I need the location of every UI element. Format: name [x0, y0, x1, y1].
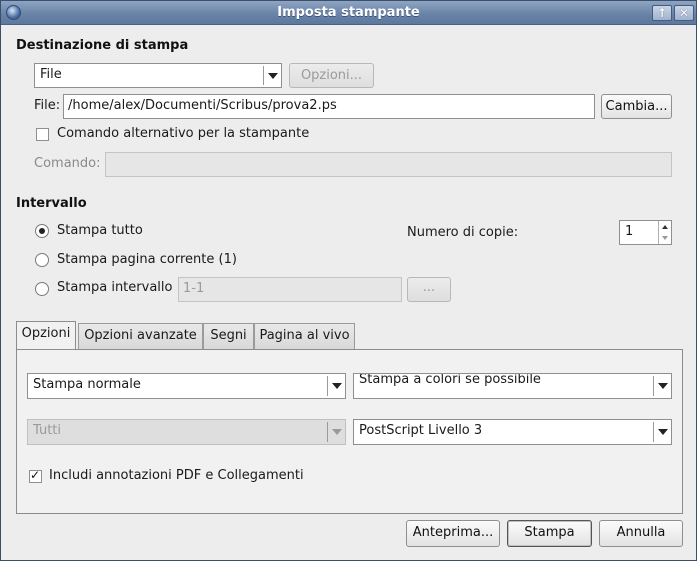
command-label: Comando: — [34, 156, 101, 171]
chevron-down-icon — [263, 66, 281, 85]
print-current-radio[interactable] — [35, 253, 49, 267]
tab-marks[interactable]: Segni — [203, 323, 254, 349]
destination-section-title: Destinazione di stampa — [16, 38, 189, 53]
print-dialog: Imposta stampante ↑ ✕ Destinazione di st… — [0, 0, 697, 561]
print-all-label: Stampa tutto — [57, 223, 143, 238]
print-mode-value: Stampa normale — [33, 377, 141, 392]
chevron-down-icon — [653, 422, 671, 442]
alt-command-checkbox[interactable] — [36, 128, 49, 141]
range-section-title: Intervallo — [16, 196, 87, 211]
change-file-button[interactable]: Cambia... — [601, 94, 672, 119]
postscript-level-select[interactable]: PostScript Livello 3 — [353, 419, 672, 445]
copies-spinbox[interactable]: 1 — [619, 220, 672, 245]
window-title: Imposta stampante — [277, 5, 420, 20]
color-mode-select[interactable]: Stampa a colori se possibile — [353, 373, 672, 399]
alt-command-label: Comando alternativo per la stampante — [57, 126, 310, 141]
preview-button[interactable]: Anteprima... — [406, 520, 500, 547]
printer-select-value: File — [40, 67, 62, 82]
command-input[interactable] — [105, 152, 672, 177]
range-input[interactable]: 1-1 — [178, 277, 402, 302]
tab-options[interactable]: Opzioni — [16, 321, 76, 349]
pdf-annotations-checkbox[interactable] — [29, 468, 42, 483]
tab-bleeds[interactable]: Pagina al vivo — [254, 323, 355, 349]
shade-window-button[interactable]: ↑ — [652, 5, 672, 21]
tab-advanced-options[interactable]: Opzioni avanzate — [78, 323, 203, 349]
printer-select[interactable]: File — [34, 63, 282, 88]
copies-label: Numero di copie: — [407, 225, 519, 240]
chevron-down-icon — [653, 376, 671, 396]
spin-buttons[interactable] — [658, 221, 671, 244]
close-window-button[interactable]: ✕ — [674, 5, 694, 21]
decrement-icon[interactable] — [662, 236, 668, 240]
separations-select[interactable]: Tutti — [27, 419, 346, 445]
file-path-input[interactable]: /home/alex/Documenti/Scribus/prova2.ps — [63, 94, 595, 119]
increment-icon[interactable] — [662, 225, 668, 229]
print-button[interactable]: Stampa — [507, 520, 592, 547]
printer-options-button[interactable]: Opzioni... — [289, 63, 374, 88]
color-mode-value: Stampa a colori se possibile — [359, 373, 541, 387]
file-label: File: — [34, 98, 61, 113]
print-mode-select[interactable]: Stampa normale — [27, 373, 346, 399]
copies-value: 1 — [625, 224, 634, 239]
print-range-label: Stampa intervallo — [57, 280, 173, 295]
print-all-radio[interactable] — [35, 224, 49, 238]
title-bar: Imposta stampante ↑ ✕ — [1, 1, 696, 25]
pdf-annotations-label: Includi annotazioni PDF e Collegamenti — [49, 468, 304, 483]
print-range-radio[interactable] — [35, 282, 49, 296]
separations-value: Tutti — [33, 423, 62, 438]
chevron-down-icon — [327, 422, 345, 442]
cancel-button[interactable]: Annulla — [599, 520, 683, 547]
chevron-down-icon — [327, 376, 345, 396]
print-current-label: Stampa pagina corrente (1) — [57, 252, 237, 267]
range-picker-button[interactable]: ... — [407, 277, 451, 302]
postscript-level-value: PostScript Livello 3 — [359, 423, 483, 438]
